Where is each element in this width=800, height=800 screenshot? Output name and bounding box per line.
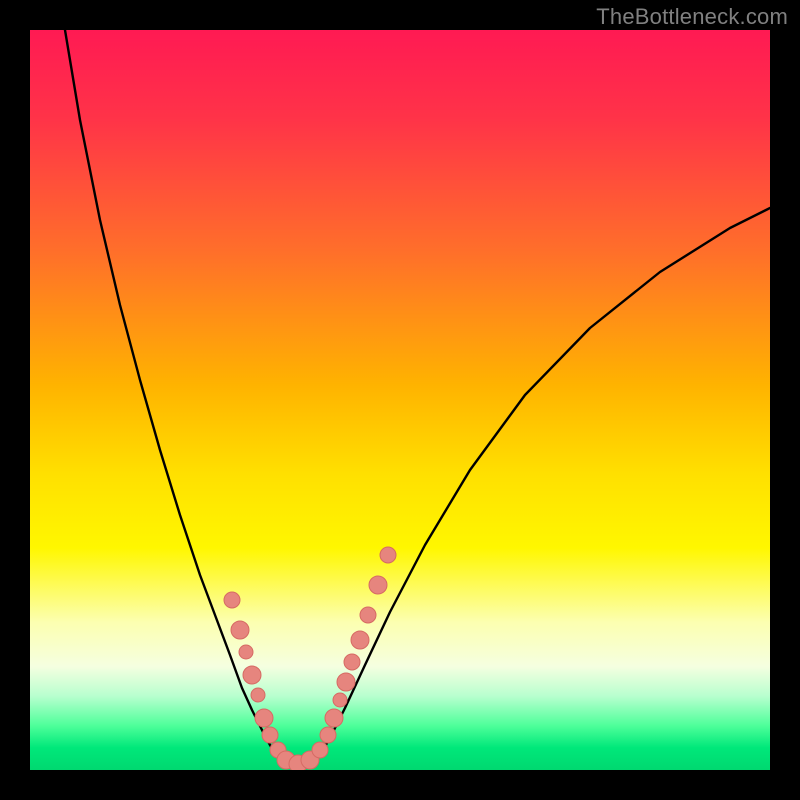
v-curve [30,30,770,770]
plot-area [30,30,770,770]
curve-marker [320,727,336,743]
curve-marker [243,666,261,684]
curve-marker [239,645,253,659]
curve-marker [360,607,376,623]
curve-path [65,30,770,766]
curve-marker [333,693,347,707]
curve-marker [251,688,265,702]
curve-marker [344,654,360,670]
curve-marker [369,576,387,594]
chart-frame: TheBottleneck.com [0,0,800,800]
curve-marker [325,709,343,727]
marker-group [224,547,396,770]
curve-marker [380,547,396,563]
watermark-text: TheBottleneck.com [596,4,788,30]
curve-marker [255,709,273,727]
curve-marker [312,742,328,758]
curve-marker [231,621,249,639]
curve-marker [337,673,355,691]
curve-marker [351,631,369,649]
curve-marker [262,727,278,743]
curve-marker [224,592,240,608]
